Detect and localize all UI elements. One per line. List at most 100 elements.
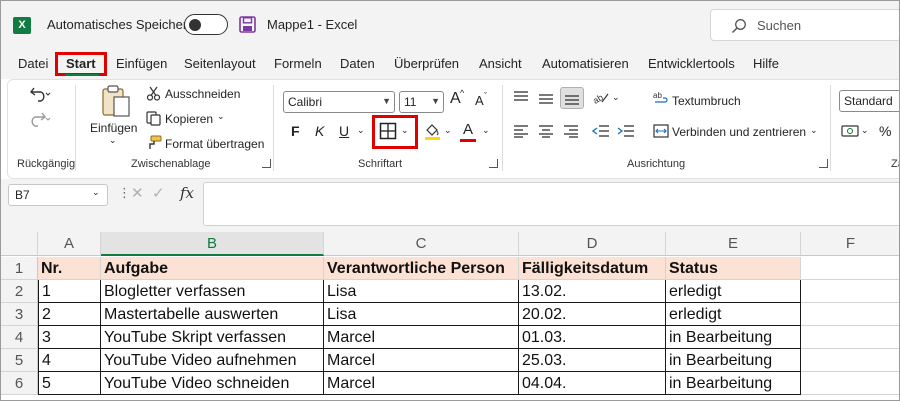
table-header-cell[interactable]: Nr. (38, 257, 101, 280)
format-painter-label[interactable]: Format übertragen (165, 137, 264, 151)
table-cell[interactable]: YouTube Video aufnehmen (101, 349, 324, 372)
table-header-cell[interactable]: Fälligkeitsdatum (519, 257, 666, 280)
font-launcher-icon[interactable] (489, 159, 498, 168)
column-header-e[interactable]: E (666, 232, 801, 256)
name-box-dropdown-icon[interactable]: ⌄ (92, 187, 100, 198)
empty-cell[interactable] (801, 257, 899, 280)
fill-color-icon[interactable] (424, 122, 441, 140)
table-cell[interactable]: erledigt (666, 303, 801, 326)
formula-bar-menu-icon[interactable]: ⋮ (118, 185, 131, 201)
row-header-5[interactable]: 5 (1, 349, 38, 372)
font-name-select[interactable]: Calibri ▼ (283, 91, 395, 113)
table-cell[interactable]: in Bearbeitung (666, 372, 801, 395)
table-cell[interactable]: Lisa (324, 303, 519, 326)
table-header-cell[interactable]: Verantwortliche Person (324, 257, 519, 280)
formula-input[interactable] (203, 182, 899, 226)
paste-label[interactable]: Einfügen (90, 121, 137, 135)
table-cell[interactable]: 1 (38, 280, 101, 303)
column-header-c[interactable]: C (324, 232, 519, 256)
table-cell[interactable]: Mastertabelle auswerten (101, 303, 324, 326)
column-header-f[interactable]: F (801, 232, 899, 256)
table-cell[interactable]: in Bearbeitung (666, 349, 801, 372)
italic-button[interactable]: K (315, 123, 324, 139)
cut-icon[interactable] (146, 86, 161, 101)
table-cell[interactable]: YouTube Skript verfassen (101, 326, 324, 349)
decrease-indent-icon[interactable] (592, 124, 610, 138)
font-size-select[interactable]: 11 ▼ (399, 91, 444, 113)
merge-center-dropdown-icon[interactable]: ⌄ (810, 125, 818, 136)
column-header-a[interactable]: A (38, 232, 101, 256)
tab-einfuegen[interactable]: Einfügen (116, 56, 167, 71)
wrap-text-icon[interactable]: ab (653, 90, 669, 106)
tab-daten[interactable]: Daten (340, 56, 375, 71)
table-cell[interactable]: YouTube Video schneiden (101, 372, 324, 395)
table-cell[interactable]: 4 (38, 349, 101, 372)
font-color-button[interactable]: A (463, 121, 473, 138)
cut-label[interactable]: Ausschneiden (165, 87, 240, 101)
table-header-cell[interactable]: Status (666, 257, 801, 280)
wrap-text-label[interactable]: Textumbruch (672, 94, 741, 108)
table-cell[interactable]: Marcel (324, 326, 519, 349)
tab-datei[interactable]: Datei (18, 56, 48, 71)
alignment-launcher-icon[interactable] (819, 159, 828, 168)
empty-cell[interactable] (801, 349, 899, 372)
underline-dropdown-icon[interactable]: ⌄ (357, 125, 365, 136)
shrink-font-button[interactable]: A (475, 93, 484, 108)
select-all-corner[interactable] (1, 232, 38, 256)
paste-icon[interactable] (100, 85, 132, 119)
table-cell[interactable]: 20.02. (519, 303, 666, 326)
row-header-3[interactable]: 3 (1, 303, 38, 326)
table-cell[interactable]: 5 (38, 372, 101, 395)
table-cell[interactable]: 01.03. (519, 326, 666, 349)
table-cell[interactable]: Marcel (324, 372, 519, 395)
copy-dropdown-icon[interactable]: ⌄ (217, 111, 225, 122)
column-header-d[interactable]: D (519, 232, 666, 256)
table-cell[interactable]: 2 (38, 303, 101, 326)
number-format-select[interactable]: Standard (839, 90, 899, 112)
clipboard-launcher-icon[interactable] (262, 159, 271, 168)
font-color-dropdown-icon[interactable]: ⌄ (482, 125, 490, 136)
accounting-format-icon[interactable] (841, 123, 859, 139)
redo-icon[interactable] (29, 111, 51, 127)
align-top-icon[interactable] (513, 90, 529, 104)
table-cell[interactable]: 04.04. (519, 372, 666, 395)
format-painter-icon[interactable] (145, 135, 162, 150)
insert-function-icon[interactable]: fx (180, 184, 194, 202)
table-cell[interactable]: 13.02. (519, 280, 666, 303)
autosave-toggle[interactable] (184, 14, 228, 35)
tab-hilfe[interactable]: Hilfe (753, 56, 779, 71)
empty-cell[interactable] (801, 372, 899, 395)
undo-icon[interactable] (29, 86, 51, 102)
fill-color-dropdown-icon[interactable]: ⌄ (444, 125, 452, 136)
orientation-icon[interactable]: ab (592, 90, 610, 106)
column-header-b[interactable]: B (101, 232, 324, 256)
percent-button[interactable]: % (879, 123, 891, 139)
table-header-cell[interactable]: Aufgabe (101, 257, 324, 280)
merge-center-icon[interactable] (653, 123, 669, 139)
row-header-2[interactable]: 2 (1, 280, 38, 303)
table-cell[interactable]: Blogletter verfassen (101, 280, 324, 303)
copy-label[interactable]: Kopieren (165, 112, 213, 126)
align-center-icon[interactable] (538, 124, 554, 138)
empty-cell[interactable] (801, 326, 899, 349)
row-header-1[interactable]: 1 (1, 257, 38, 280)
tab-seitenlayout[interactable]: Seitenlayout (184, 56, 256, 71)
tab-ueberpruefen[interactable]: Überprüfen (394, 56, 459, 71)
table-cell[interactable]: erledigt (666, 280, 801, 303)
orientation-dropdown-icon[interactable]: ⌄ (612, 92, 620, 103)
empty-cell[interactable] (801, 303, 899, 326)
align-right-icon[interactable] (563, 124, 579, 138)
save-icon[interactable] (239, 16, 256, 33)
table-cell[interactable]: Lisa (324, 280, 519, 303)
table-cell[interactable]: 25.03. (519, 349, 666, 372)
tab-formeln[interactable]: Formeln (274, 56, 322, 71)
borders-dropdown-icon[interactable]: ⌄ (401, 125, 409, 136)
search-box[interactable]: Suchen (710, 9, 899, 41)
align-bottom-button[interactable] (560, 87, 584, 109)
table-cell[interactable]: Marcel (324, 349, 519, 372)
empty-cell[interactable] (801, 280, 899, 303)
tab-ansicht[interactable]: Ansicht (479, 56, 522, 71)
borders-icon[interactable] (379, 122, 397, 140)
tab-automatisieren[interactable]: Automatisieren (542, 56, 629, 71)
underline-button[interactable]: U (339, 123, 349, 139)
